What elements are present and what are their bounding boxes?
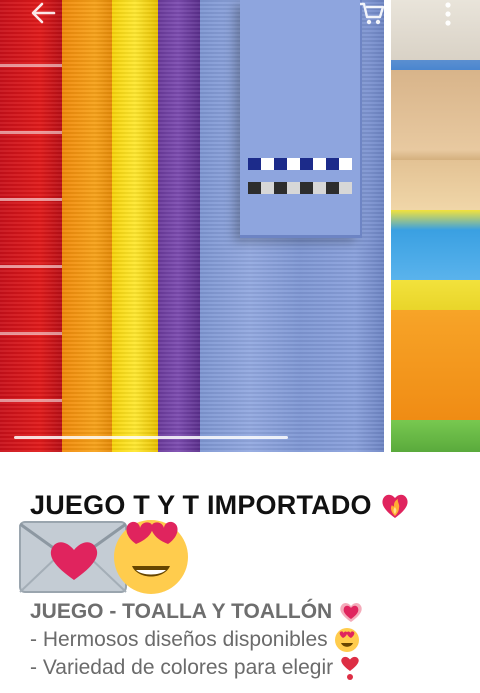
slide-indicator (14, 436, 288, 439)
heart-eyes-emoji (334, 627, 360, 653)
post-body: JUEGO - TOALLA Y TOALLÓN - Hermosos dise… (30, 598, 470, 682)
towel-stripes (0, 0, 62, 452)
post-subtitle-row: JUEGO - TOALLA Y TOALLÓN (30, 598, 470, 626)
next-photo-peek[interactable] (391, 0, 480, 452)
towel-band (248, 158, 352, 170)
post-line-colors: - Variedad de colores para elegir (30, 654, 470, 682)
shopping-cart-icon (359, 2, 385, 26)
post-title: JUEGO T Y T IMPORTADO (30, 490, 372, 520)
emoji-row (18, 518, 198, 598)
towel-band (248, 182, 352, 194)
post-line-text: - Hermosos diseños disponibles (30, 628, 328, 651)
blue-towel-fold (240, 0, 362, 238)
more-vertical-icon (444, 2, 452, 26)
post-line-designs: - Hermosos diseños disponibles (30, 626, 470, 654)
post-subtitle: JUEGO - TOALLA Y TOALLÓN (30, 600, 333, 623)
back-button[interactable] (26, 0, 60, 26)
heart-eyes-emoji (110, 514, 192, 596)
cart-button[interactable] (356, 0, 388, 28)
heart-on-fire-emoji (380, 492, 410, 520)
heart-exclamation-emoji (339, 655, 361, 681)
arrow-back-icon (30, 2, 56, 24)
more-options-button[interactable] (436, 0, 460, 28)
towels-photo[interactable] (0, 0, 384, 452)
post-description: JUEGO T Y T IMPORTADO JUEGO - TOALLA Y T… (0, 452, 480, 693)
post-title-row: JUEGO T Y T IMPORTADO (30, 490, 410, 521)
growing-heart-emoji (338, 600, 364, 624)
image-carousel[interactable] (0, 0, 480, 452)
post-line-text: - Variedad de colores para elegir (30, 656, 334, 679)
